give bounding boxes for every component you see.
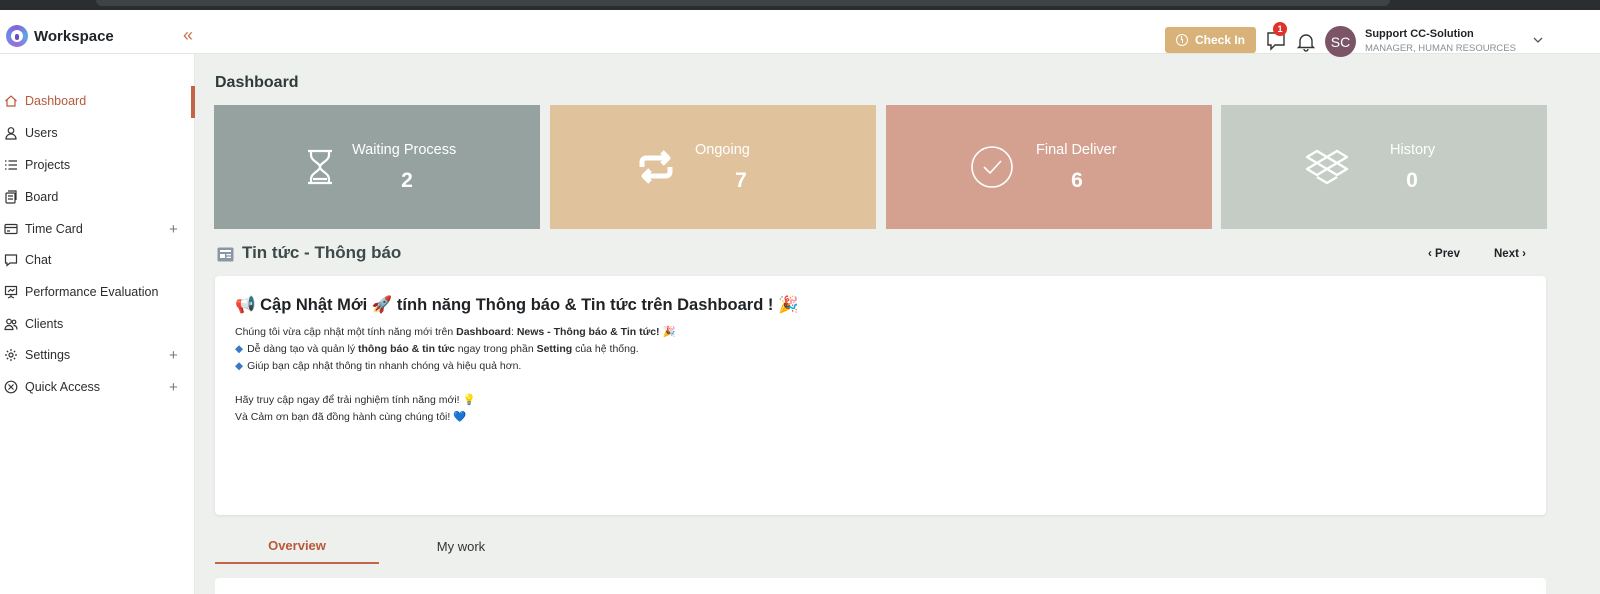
repeat-icon [639,150,673,184]
tab-content-panel [215,578,1546,594]
prev-button[interactable]: ‹ Prev [1428,248,1460,260]
dropbox-icon [1305,149,1349,185]
news-bullet: ◆ Giúp bạn cập nhật thông tin nhanh chóng… [235,360,522,372]
sidebar-item-chat[interactable]: Chat [0,245,195,275]
notification-badge: 1 [1273,22,1287,36]
newspaper-icon [217,247,234,262]
avatar[interactable]: SC [1325,26,1356,57]
gear-icon [5,349,17,361]
browser-top-strip [0,0,1600,10]
next-label: Next [1494,248,1519,260]
sidebar-item-clients[interactable]: Clients [0,309,195,339]
page-title: Dashboard [215,74,299,91]
stat-card-waiting-process[interactable]: Waiting Process 2 [214,105,540,229]
stat-card-history[interactable]: History 0 [1221,105,1547,229]
sidebar-item-label: Board [25,190,59,204]
stat-value: 0 [1406,169,1418,192]
stat-value: 6 [1071,169,1083,192]
top-header: Workspace « Check In 1 SC Support CC-Sol… [0,10,1600,57]
user-name[interactable]: Support CC-Solution [1365,28,1474,40]
next-button[interactable]: Next › [1494,248,1526,260]
news-closing: Hãy truy cập ngay để trải nghiệm tính nă… [235,394,476,406]
stat-card-final-deliver[interactable]: Final Deliver 6 [886,105,1212,229]
sidebar-item-label: Clients [25,317,64,331]
sidebar-item-board[interactable]: Board [0,182,195,212]
tab-my-work[interactable]: My work [379,528,543,564]
sidebar-item-users[interactable]: Users [0,118,195,148]
news-section-title: Tin tức - Thông báo [242,243,402,262]
browser-tab-bar [96,0,1390,6]
chat-icon [4,254,18,267]
stat-title: Waiting Process [352,142,457,158]
expand-plus-icon[interactable]: + [169,347,178,364]
bell-icon[interactable] [1296,32,1316,52]
logo-mark [15,34,19,40]
stat-card-ongoing[interactable]: Ongoing 7 [550,105,876,229]
sidebar-item-dashboard[interactable]: Dashboard [0,86,195,116]
check-in-button[interactable]: Check In [1165,27,1256,53]
sidebar: Dashboard Users Projects Board Time Card… [0,54,195,594]
news-headline: 📢 Cập Nhật Mới 🚀 tính năng Thông báo & T… [235,296,799,314]
list-icon [5,160,17,170]
sidebar-item-label: Chat [25,253,52,267]
clock-icon [1175,34,1188,46]
collapse-sidebar-button[interactable]: « [183,25,193,46]
right-gutter [1552,54,1600,594]
sidebar-item-label: Quick Access [25,380,101,394]
prev-label: Prev [1435,248,1460,260]
clients-icon [4,318,18,331]
stat-title: Final Deliver [1036,142,1117,158]
sidebar-item-quick-access[interactable]: Quick Access + [0,372,195,402]
stat-title: History [1390,142,1436,158]
expand-plus-icon[interactable]: + [169,379,178,396]
news-closing: Và Cảm ơn bạn đã đồng hành cùng chúng tô… [235,411,467,423]
quick-access-icon [4,380,18,394]
stat-value: 7 [735,169,747,192]
dashboard-tabs: Overview My work [215,528,1546,564]
home-icon [5,95,17,107]
board-icon [5,190,17,204]
news-card: 📢 Cập Nhật Mới 🚀 tính năng Thông báo & T… [215,276,1546,515]
sidebar-item-settings[interactable]: Settings + [0,340,195,370]
sidebar-item-label: Projects [25,158,71,172]
sidebar-item-label: Users [25,126,58,140]
user-icon [5,127,17,140]
stat-value: 2 [401,169,413,192]
card-icon [4,223,18,235]
hourglass-icon [308,149,332,185]
stat-title: Ongoing [695,142,750,158]
chevron-down-icon[interactable] [1532,34,1544,46]
sidebar-item-label: Performance Evaluation [25,285,159,299]
check-circle-icon [971,146,1013,188]
news-bullet: ◆ Dễ dàng tạo và quản lý thông báo & tin … [235,343,639,355]
check-in-label: Check In [1194,33,1245,47]
app-name: Workspace [34,28,114,45]
user-role: MANAGER, HUMAN RESOURCES [1365,43,1516,54]
news-body: Chúng tôi vừa cập nhật một tính năng mới… [235,324,676,426]
expand-plus-icon[interactable]: + [169,221,178,238]
sidebar-item-label: Dashboard [25,94,87,108]
sidebar-item-label: Time Card [25,222,83,236]
sidebar-item-label: Settings [25,348,71,362]
news-intro: Chúng tôi vừa cập nhật một tính năng mới… [235,326,676,338]
sidebar-item-projects[interactable]: Projects [0,150,195,180]
tab-overview[interactable]: Overview [215,528,379,564]
presentation-icon [4,285,18,299]
sidebar-item-time-card[interactable]: Time Card + [0,214,195,244]
sidebar-item-performance-evaluation[interactable]: Performance Evaluation [0,277,195,307]
